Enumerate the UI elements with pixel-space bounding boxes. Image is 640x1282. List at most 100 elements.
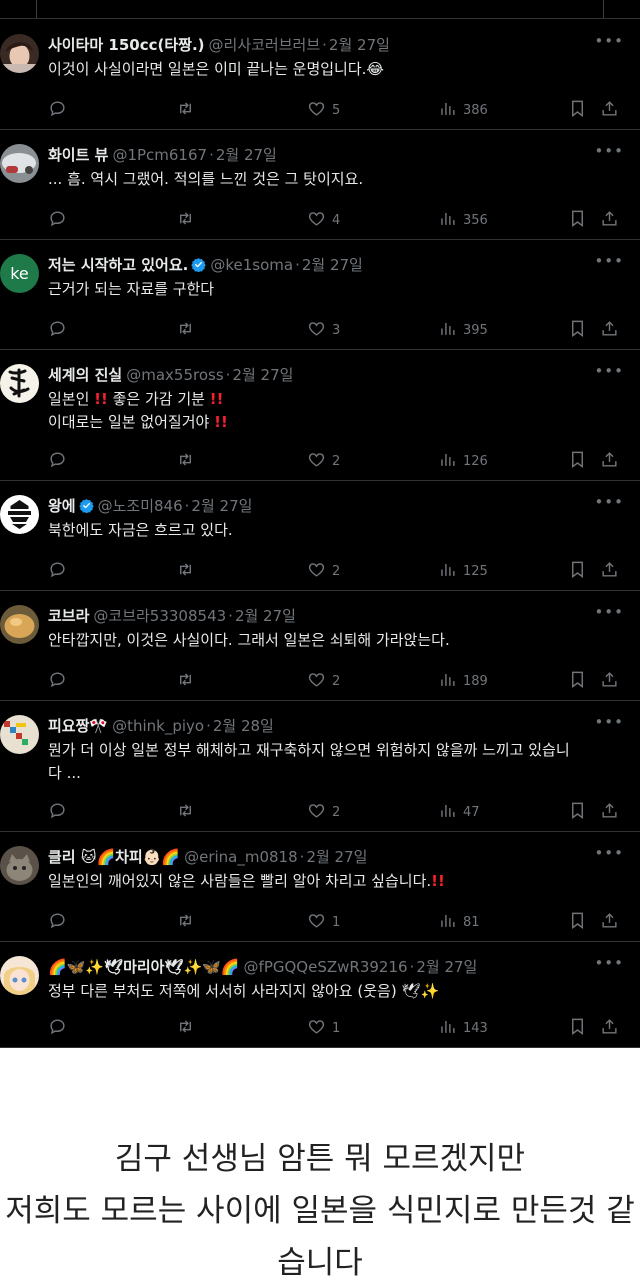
avatar[interactable] <box>0 364 39 403</box>
retweet-button[interactable] <box>176 99 201 122</box>
user-handle[interactable]: @max55ross <box>126 366 223 384</box>
tweet-reply[interactable]: 피요짱🎌 @think_piyo · 2월 28일 ••• 뭔가 더 이상 일본 정부 해… <box>0 701 640 832</box>
reply-button[interactable] <box>48 209 73 232</box>
views-button[interactable]: 81 <box>438 911 480 934</box>
display-name[interactable]: 저는 시작하고 있어요. <box>48 256 188 274</box>
share-button[interactable] <box>600 209 619 232</box>
like-button[interactable]: 2 <box>307 450 340 473</box>
retweet-button[interactable] <box>176 670 201 693</box>
reply-button[interactable] <box>48 560 73 583</box>
bookmark-button[interactable] <box>568 911 587 934</box>
more-options-icon[interactable]: ••• <box>594 252 624 270</box>
more-options-icon[interactable]: ••• <box>594 954 624 972</box>
avatar[interactable]: ke <box>0 254 39 293</box>
like-button[interactable]: 4 <box>307 209 340 232</box>
avatar[interactable] <box>0 846 39 885</box>
more-options-icon[interactable]: ••• <box>594 142 624 160</box>
views-button[interactable]: 386 <box>438 99 488 122</box>
bookmark-button[interactable] <box>568 670 587 693</box>
share-button[interactable] <box>600 670 619 693</box>
like-button[interactable]: 1 <box>307 911 340 934</box>
views-button[interactable]: 126 <box>438 450 488 473</box>
like-button[interactable]: 2 <box>307 560 340 583</box>
user-handle[interactable]: @think_piyo <box>112 717 204 735</box>
tweet-reply[interactable]: 클리 🐱🌈차피👶🏻🌈 @erina_m0818 · 2월 27일 ••• 일본인의 깨어있… <box>0 832 640 942</box>
share-button[interactable] <box>600 99 619 122</box>
avatar[interactable] <box>0 605 39 644</box>
like-button[interactable]: 1 <box>307 1017 340 1040</box>
views-button[interactable]: 47 <box>438 801 480 824</box>
user-handle[interactable]: @코브라53308543 <box>93 607 226 625</box>
bookmark-button[interactable] <box>568 319 587 342</box>
display-name[interactable]: 사이타마 150cc(타짱.) <box>48 36 205 54</box>
display-name[interactable]: 세계의 진실 <box>48 366 122 384</box>
more-options-icon[interactable]: ••• <box>594 493 624 511</box>
user-handle[interactable]: @노조미846 <box>98 497 183 515</box>
bookmark-button[interactable] <box>568 450 587 473</box>
share-button[interactable] <box>600 1017 619 1040</box>
user-handle[interactable]: @1Pcm6167 <box>112 146 207 164</box>
retweet-button[interactable] <box>176 560 201 583</box>
views-button[interactable]: 189 <box>438 670 488 693</box>
reply-button[interactable] <box>48 911 73 934</box>
retweet-button[interactable] <box>176 911 201 934</box>
timestamp[interactable]: 2월 27일 <box>306 848 367 866</box>
user-handle[interactable]: @fPGQQeSZwR39216 <box>244 958 408 976</box>
like-button[interactable]: 5 <box>307 99 340 122</box>
views-button[interactable]: 143 <box>438 1017 488 1040</box>
tweet-reply[interactable]: 세계의 진실 @max55ross · 2월 27일 ••• 일본인 !! 좋은 가감 기… <box>0 350 640 481</box>
reply-button[interactable] <box>48 319 73 342</box>
tweet-reply[interactable]: ke 저는 시작하고 있어요. @ke1soma · 2월 27일 ••• 근거가 되는 자… <box>0 240 640 350</box>
reply-button[interactable] <box>48 801 73 824</box>
timestamp[interactable]: 2월 27일 <box>191 497 252 515</box>
timestamp[interactable]: 2월 27일 <box>329 36 390 54</box>
retweet-button[interactable] <box>176 319 201 342</box>
display-name[interactable]: 🌈🦋✨🕊마리아🕊✨🦋🌈 <box>48 958 240 976</box>
reply-button[interactable] <box>48 670 73 693</box>
tweet-reply[interactable]: 화이트 뷰 @1Pcm6167 · 2월 27일 •••... 흠. 역시 그랬어. 적… <box>0 130 640 240</box>
share-button[interactable] <box>600 801 619 824</box>
like-button[interactable]: 3 <box>307 319 340 342</box>
avatar[interactable] <box>0 34 39 73</box>
share-button[interactable] <box>600 911 619 934</box>
tweet-reply[interactable]: 왕에 @노조미846 · 2월 27일 ••• 북한에도 자금은 흐르고 있다. 2 125 <box>0 481 640 591</box>
display-name[interactable]: 피요짱🎌 <box>48 717 108 735</box>
avatar[interactable] <box>0 144 39 183</box>
retweet-button[interactable] <box>176 450 201 473</box>
timestamp[interactable]: 2월 27일 <box>235 607 296 625</box>
views-button[interactable]: 125 <box>438 560 488 583</box>
display-name[interactable]: 왕에 <box>48 497 76 515</box>
reply-button[interactable] <box>48 1017 73 1040</box>
bookmark-button[interactable] <box>568 209 587 232</box>
timestamp[interactable]: 2월 27일 <box>216 146 277 164</box>
avatar[interactable] <box>0 495 39 534</box>
views-button[interactable]: 356 <box>438 209 488 232</box>
bookmark-button[interactable] <box>568 560 587 583</box>
timestamp[interactable]: 2월 27일 <box>302 256 363 274</box>
more-options-icon[interactable]: ••• <box>594 32 624 50</box>
display-name[interactable]: 코브라 <box>48 607 89 625</box>
retweet-button[interactable] <box>176 801 201 824</box>
reply-button[interactable] <box>48 450 73 473</box>
more-options-icon[interactable]: ••• <box>594 713 624 731</box>
bookmark-button[interactable] <box>568 1017 587 1040</box>
avatar[interactable] <box>0 956 39 995</box>
bookmark-button[interactable] <box>568 99 587 122</box>
views-button[interactable]: 395 <box>438 319 488 342</box>
user-handle[interactable]: @리사코러브러브 <box>209 36 321 54</box>
avatar[interactable] <box>0 715 39 754</box>
share-button[interactable] <box>600 319 619 342</box>
bookmark-button[interactable] <box>568 801 587 824</box>
more-options-icon[interactable]: ••• <box>594 603 624 621</box>
share-button[interactable] <box>600 560 619 583</box>
user-handle[interactable]: @ke1soma <box>210 256 293 274</box>
like-button[interactable]: 2 <box>307 801 340 824</box>
tweet-reply[interactable]: 🌈🦋✨🕊마리아🕊✨🦋🌈 @fPGQQeSZwR39216 · 2월 27일 ••• 정부 … <box>0 942 640 1048</box>
like-button[interactable]: 2 <box>307 670 340 693</box>
tweet-reply[interactable]: 사이타마 150cc(타짱.) @리사코러브러브 · 2월 27일 ••• 이것이 사실이… <box>0 20 640 130</box>
display-name[interactable]: 클리 🐱🌈차피👶🏻🌈 <box>48 848 180 866</box>
reply-button[interactable] <box>48 99 73 122</box>
timestamp[interactable]: 2월 28일 <box>213 717 274 735</box>
share-button[interactable] <box>600 450 619 473</box>
more-options-icon[interactable]: ••• <box>594 362 624 380</box>
